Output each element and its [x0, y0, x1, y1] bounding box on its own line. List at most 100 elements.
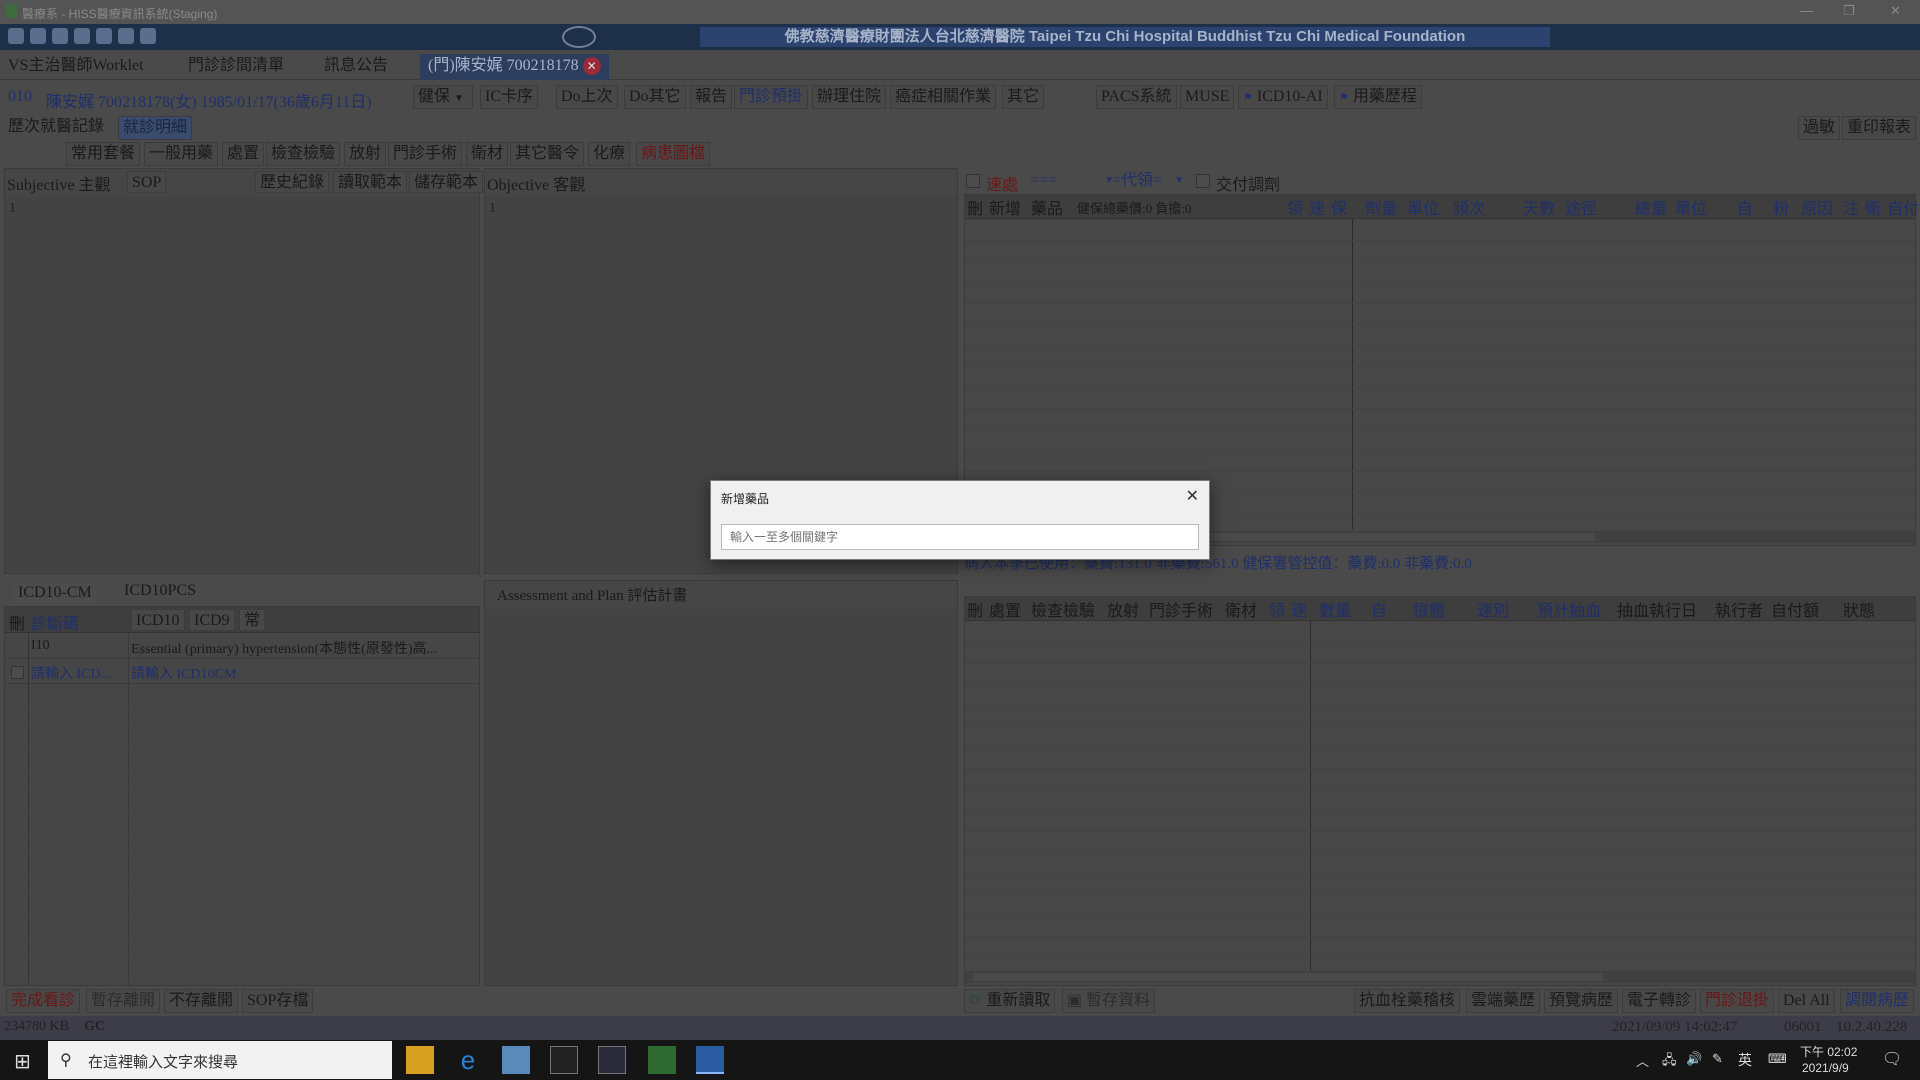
- order-tab-medication[interactable]: 一般用藥: [144, 142, 219, 166]
- med-history-button[interactable]: ⚑ 用藥歷程: [1334, 85, 1422, 109]
- chevron-up-icon[interactable]: ︿: [1636, 1051, 1649, 1070]
- icd10-ai-button[interactable]: ⚑ ICD10-AI: [1238, 85, 1328, 109]
- tab-icd10-cm[interactable]: ICD10-CM: [14, 582, 96, 606]
- temp-save-exit-button[interactable]: 暫存離開: [86, 989, 161, 1013]
- order-tab-set[interactable]: 常用套餐: [66, 142, 141, 166]
- bulb-icon[interactable]: [96, 28, 112, 44]
- order-tab-surgery[interactable]: 門診手術: [388, 142, 463, 166]
- delete-all-button[interactable]: Del All: [1778, 989, 1835, 1013]
- cancel-registration-button[interactable]: 門診退掛: [1700, 989, 1775, 1013]
- info-icon[interactable]: [74, 28, 90, 44]
- terminal-icon[interactable]: [598, 1046, 626, 1074]
- close-tab-icon[interactable]: ✕: [582, 57, 601, 75]
- home-icon[interactable]: [8, 28, 24, 44]
- order-tab-chemo[interactable]: 化療: [588, 142, 631, 166]
- logo-app-icon[interactable]: [648, 1046, 676, 1074]
- tab-announcements[interactable]: 訊息公告: [316, 54, 396, 80]
- view-record-button[interactable]: 調閱病歷: [1840, 989, 1915, 1013]
- internet-explorer-icon[interactable]: e: [454, 1046, 482, 1074]
- antithrombotic-audit-button[interactable]: 抗血栓藥稽核: [1354, 989, 1461, 1013]
- order-tab-patient-images[interactable]: 病患圖檔: [636, 142, 711, 166]
- wrench-icon[interactable]: [118, 28, 134, 44]
- clinic-preregister-button[interactable]: 門診預掛: [734, 85, 809, 109]
- finish-visit-button[interactable]: 完成看診: [6, 989, 81, 1013]
- subjective-textarea[interactable]: 1: [5, 197, 479, 573]
- insurance-select[interactable]: 健保 ▼: [413, 85, 473, 109]
- pen-icon[interactable]: ✎: [1712, 1051, 1723, 1067]
- gc-button[interactable]: GC: [84, 1019, 105, 1035]
- scrollbar-thumb[interactable]: [973, 973, 1603, 981]
- pacs-button[interactable]: PACS系統: [1096, 85, 1177, 109]
- ime-indicator[interactable]: 英: [1738, 1050, 1752, 1070]
- ic-card-button[interactable]: IC卡序: [480, 85, 539, 109]
- reload-button[interactable]: ⟳ 重新讀取: [964, 989, 1056, 1013]
- tab-visit-detail[interactable]: 就診明細: [118, 116, 193, 140]
- tab-clinic-list[interactable]: 門診診間清單: [180, 54, 292, 80]
- volume-icon[interactable]: 🔊: [1686, 1051, 1702, 1067]
- his-app-icon[interactable]: [696, 1046, 724, 1074]
- assessment-textarea[interactable]: [485, 609, 957, 985]
- other-button[interactable]: 其它: [1002, 85, 1045, 109]
- preview-record-button[interactable]: 預覽病歷: [1544, 989, 1619, 1013]
- tab-visit-history[interactable]: 歷次就醫記錄: [4, 116, 108, 140]
- tab-icd10-pcs[interactable]: ICD10PCS: [120, 580, 200, 604]
- row-checkbox[interactable]: [11, 666, 24, 679]
- urgent-checkbox[interactable]: [966, 174, 980, 188]
- sop-button[interactable]: SOP: [127, 171, 167, 193]
- order-tab-supplies[interactable]: 衛材: [466, 142, 509, 166]
- order-tab-radiology[interactable]: 放射: [344, 142, 387, 166]
- order-tab-other[interactable]: 其它醫令: [510, 142, 585, 166]
- maximize-icon[interactable]: ❐: [1843, 3, 1855, 19]
- console-icon[interactable]: [550, 1046, 578, 1074]
- e-referral-button[interactable]: 電子轉診: [1622, 989, 1697, 1013]
- diagnosis-code-input[interactable]: 請輸入 ICD...: [31, 663, 111, 683]
- reprint-button[interactable]: 重印報表: [1842, 116, 1917, 140]
- subjective-panel: Subjective 主觀 SOP 歷史紀錄 讀取範本 儲存範本 1: [4, 168, 484, 574]
- scrollbar-thumb[interactable]: [1205, 533, 1595, 541]
- muse-button[interactable]: MUSE: [1180, 85, 1235, 109]
- deliver-checkbox[interactable]: [1196, 174, 1210, 188]
- do-other-button[interactable]: Do其它: [624, 85, 686, 109]
- proc-grid-scrollbar[interactable]: [965, 971, 1915, 983]
- allergy-button[interactable]: 過敏: [1798, 116, 1841, 140]
- table-row[interactable]: I10 Essential (primary) hypertension(本態性…: [5, 635, 479, 659]
- read-template-button[interactable]: 讀取範本: [333, 171, 408, 193]
- taskbar-search[interactable]: ⚲ 在這裡輸入文字來搜尋: [48, 1041, 392, 1079]
- taskbar-time[interactable]: 下午 02:02: [1800, 1043, 1857, 1060]
- route-select[interactable]: === ▼: [1026, 170, 1116, 194]
- network-icon[interactable]: 🖧: [1662, 1051, 1677, 1073]
- diagnosis-desc-input[interactable]: 請輸入 ICD10CM: [131, 663, 236, 683]
- taskbar-date[interactable]: 2021/9/9: [1802, 1061, 1849, 1075]
- minimize-icon[interactable]: —: [1800, 3, 1813, 18]
- proxy-select[interactable]: =代領= ▼: [1108, 170, 1186, 194]
- exit-icon[interactable]: [140, 28, 156, 44]
- close-icon[interactable]: ✕: [1890, 3, 1901, 19]
- sop-save-button[interactable]: SOP存檔: [242, 989, 314, 1013]
- cloud-med-history-button[interactable]: 雲端藥歷: [1466, 989, 1541, 1013]
- icd10-button[interactable]: ICD10: [131, 609, 185, 631]
- tab-vs-worklet[interactable]: VS主治醫師Worklet: [0, 54, 152, 80]
- table-row[interactable]: 請輸入 ICD... 請輸入 ICD10CM: [5, 660, 479, 684]
- keyword-input[interactable]: [721, 524, 1199, 550]
- tab-patient[interactable]: (門)陳安娓 700218178 ✕: [420, 54, 609, 80]
- save-template-button[interactable]: 儲存範本: [409, 171, 484, 193]
- phone-icon[interactable]: [52, 28, 68, 44]
- report-button[interactable]: 報告: [690, 85, 733, 109]
- settings-icon[interactable]: [30, 28, 46, 44]
- order-tab-treatment[interactable]: 處置: [222, 142, 265, 166]
- history-button[interactable]: 歷史紀錄: [255, 171, 330, 193]
- order-tab-lab[interactable]: 檢查檢驗: [266, 142, 341, 166]
- temp-data-button[interactable]: ▣ 暫存資料: [1062, 989, 1156, 1013]
- notification-icon[interactable]: 🗨: [1882, 1049, 1902, 1069]
- icd9-button[interactable]: ICD9: [189, 609, 235, 631]
- windows-start-icon[interactable]: ⊞: [14, 1049, 31, 1074]
- app-icon[interactable]: [502, 1046, 530, 1074]
- admission-button[interactable]: 辦理住院: [812, 85, 887, 109]
- file-explorer-icon[interactable]: [406, 1046, 434, 1074]
- exit-no-save-button[interactable]: 不存離開: [164, 989, 239, 1013]
- keyboard-icon[interactable]: ⌨: [1768, 1051, 1787, 1067]
- close-icon[interactable]: ✕: [1186, 486, 1199, 506]
- frequent-button[interactable]: 常: [239, 609, 266, 631]
- cancer-ops-button[interactable]: 癌症相關作業: [890, 85, 997, 109]
- do-last-button[interactable]: Do上次: [556, 85, 618, 109]
